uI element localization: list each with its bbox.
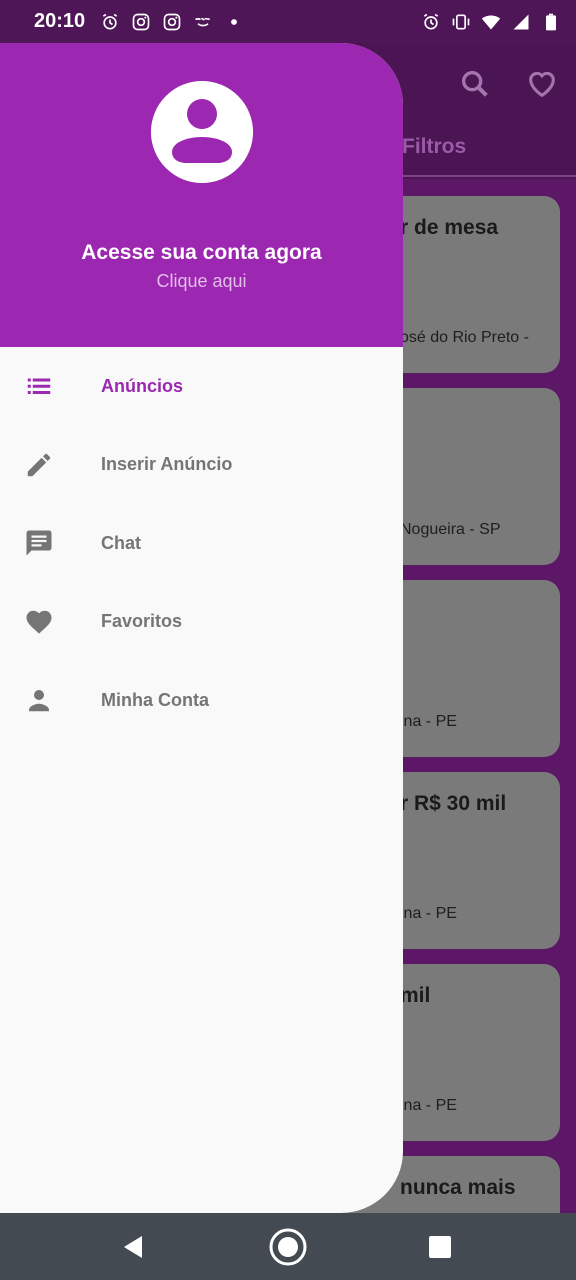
heart-outline-icon[interactable] (525, 67, 559, 101)
system-nav-bar (0, 1213, 576, 1280)
battery-icon (540, 11, 562, 33)
heart-icon (24, 607, 54, 637)
drawer-item-label: Chat (101, 532, 141, 553)
drawer-item-label: Inserir Anúncio (101, 454, 233, 475)
list-icon (24, 371, 54, 401)
drawer-menu: Anúncios Inserir Anúncio Chat Favoritos … (0, 347, 403, 740)
person-icon (24, 685, 54, 715)
signal-icon (510, 11, 532, 33)
chat-icon (24, 528, 54, 558)
back-icon[interactable] (113, 1227, 153, 1267)
tab-divider (402, 175, 576, 177)
login-title[interactable]: Acesse sua conta agora (0, 241, 403, 265)
home-icon[interactable] (268, 1227, 308, 1267)
pencil-icon (24, 450, 54, 480)
drawer-item-minha-conta[interactable]: Minha Conta (0, 661, 403, 740)
alarm-icon (420, 11, 442, 33)
status-bar: 20:10 (0, 0, 576, 43)
card-title: mil (400, 984, 431, 1007)
card-title: nunca mais (400, 1176, 516, 1199)
card-title: r de mesa (400, 216, 499, 239)
drawer-item-favoritos[interactable]: Favoritos (0, 583, 403, 662)
card-title: r R$ 30 mil (400, 792, 507, 815)
drawer-item-label: Favoritos (101, 611, 183, 632)
drawer-item-label: Anúncios (101, 375, 184, 396)
card-location: ina - PE (400, 1097, 457, 1114)
drawer-item-inserir-anuncio[interactable]: Inserir Anúncio (0, 426, 403, 505)
drawer-item-label: Minha Conta (101, 689, 209, 710)
ifood-icon (192, 11, 214, 33)
dot-icon (223, 11, 245, 33)
card-location: Nogueira - SP (400, 521, 501, 538)
vibrate-icon (450, 11, 472, 33)
alarm-icon (99, 11, 121, 33)
navigation-drawer: Acesse sua conta agora Clique aqui Anúnc… (0, 43, 403, 1213)
instagram-icon (130, 11, 152, 33)
card-location: ina - PE (400, 713, 457, 730)
instagram-icon (161, 11, 183, 33)
status-time: 20:10 (34, 10, 86, 32)
account-circle-icon[interactable] (151, 81, 253, 183)
drawer-item-chat[interactable]: Chat (0, 504, 403, 583)
wifi-icon (480, 11, 502, 33)
login-link[interactable]: Clique aqui (0, 271, 403, 292)
card-location: ina - PE (400, 905, 457, 922)
card-location: osé do Rio Preto - (400, 329, 529, 346)
tab-filters[interactable]: Filtros (402, 135, 466, 159)
search-icon[interactable] (458, 67, 492, 101)
recents-icon[interactable] (420, 1227, 460, 1267)
drawer-header[interactable]: Acesse sua conta agora Clique aqui (0, 43, 403, 347)
drawer-item-anuncios[interactable]: Anúncios (0, 347, 403, 426)
